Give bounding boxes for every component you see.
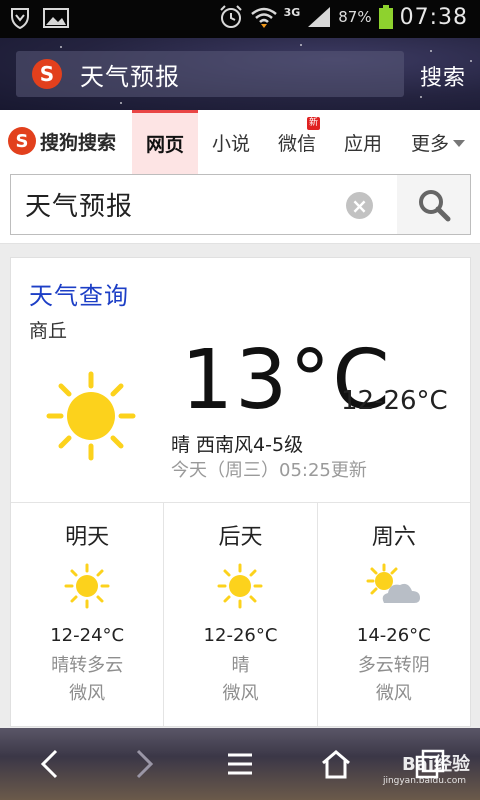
forecast-wind: 微风 (222, 683, 259, 704)
search-area: × (0, 174, 480, 244)
forward-button[interactable] (122, 742, 166, 786)
tab-label: 更多 (410, 132, 449, 155)
forecast-temp: 12-26°C (203, 625, 278, 646)
sogou-logo-icon: S (32, 59, 62, 89)
home-button[interactable] (314, 742, 358, 786)
tab-label: 小说 (211, 132, 250, 155)
bottom-toolbar: Bai经验 jingyan.baidu.com (0, 728, 480, 800)
battery-percent: 87% (338, 8, 372, 26)
shield-icon (11, 8, 29, 30)
search-icon (418, 189, 450, 221)
update-time: 今天（周三）05:25更新 (171, 460, 367, 481)
chevron-down-icon (453, 139, 465, 147)
watermark: Bai经验 (401, 754, 470, 775)
clear-icon[interactable]: × (346, 192, 373, 219)
forecast-day-label: 周六 (371, 525, 416, 550)
home-icon (322, 750, 350, 779)
search-box: × (10, 174, 398, 235)
forecast-condition: 多云转阴 (357, 655, 430, 676)
tabs-bar: S 搜狗搜索 网页 小说 微信 新 应用 更多 (0, 110, 480, 174)
forecast-row: 明天 12-24°C 晴转多云 微风 后天 12-26°C 晴 微风 周六 14… (11, 502, 470, 726)
forecast-day: 明天 12-24°C 晴转多云 微风 (11, 503, 165, 726)
forecast-condition: 晴 (231, 655, 250, 676)
wifi-icon (250, 7, 277, 28)
chevron-right-icon (136, 749, 154, 779)
forecast-day: 后天 12-26°C 晴 微风 (164, 503, 318, 726)
alarm-icon (219, 5, 242, 28)
forecast-day-label: 明天 (65, 525, 110, 550)
forecast-day: 周六 14-26°C 多云转阴 微风 (318, 503, 470, 726)
forecast-temp: 14-26°C (356, 625, 431, 646)
top-search-query: 天气预报 (80, 62, 180, 91)
tab-apps[interactable]: 应用 (330, 110, 396, 174)
network-type: 3G (283, 5, 301, 19)
top-search-button[interactable]: 搜索 (420, 60, 466, 92)
weather-city: 商丘 (29, 320, 68, 342)
menu-icon (228, 753, 252, 775)
forecast-day-label: 后天 (218, 525, 263, 550)
battery-icon (378, 5, 393, 29)
temperature-range: 12-26°C (341, 386, 448, 416)
brand[interactable]: S 搜狗搜索 (8, 127, 116, 155)
forecast-condition: 晴转多云 (51, 655, 124, 676)
watermark-url: jingyan.baidu.com (382, 776, 466, 786)
sun-icon (64, 563, 110, 609)
search-input[interactable] (25, 189, 325, 220)
brand-name: 搜狗搜索 (40, 131, 117, 154)
tab-more[interactable]: 更多 (396, 110, 480, 174)
weather-card: 天气查询 商丘 13°C 12-26°C 晴 西南风4-5级 今天（周三）05:… (10, 257, 471, 727)
chevron-left-icon (40, 749, 58, 779)
signal-icon (308, 7, 331, 27)
sun-cloud-icon (366, 563, 420, 603)
top-search-bar[interactable]: S 天气预报 (16, 51, 404, 97)
tab-web[interactable]: 网页 (132, 110, 198, 174)
tab-label: 网页 (145, 134, 184, 156)
top-header: S 天气预报 搜索 (0, 38, 480, 110)
sun-icon (46, 371, 136, 461)
new-badge: 新 (306, 117, 320, 130)
tab-label: 应用 (343, 132, 382, 155)
weather-condition: 晴 西南风4-5级 (171, 434, 304, 456)
tab-wechat[interactable]: 微信 新 (264, 110, 330, 174)
forecast-wind: 微风 (375, 683, 412, 704)
sogou-logo-icon: S (8, 127, 36, 155)
image-icon (43, 8, 69, 28)
clock: 07:38 (399, 4, 468, 30)
forecast-temp: 12-24°C (50, 625, 125, 646)
weather-title[interactable]: 天气查询 (29, 276, 129, 311)
search-button[interactable] (397, 174, 471, 235)
back-button[interactable] (28, 742, 72, 786)
forecast-wind: 微风 (69, 683, 106, 704)
tab-novel[interactable]: 小说 (198, 110, 264, 174)
sun-icon (217, 563, 263, 609)
status-bar: 3G 87% 07:38 (0, 0, 480, 38)
menu-button[interactable] (218, 742, 262, 786)
tab-label: 微信 (277, 132, 316, 155)
